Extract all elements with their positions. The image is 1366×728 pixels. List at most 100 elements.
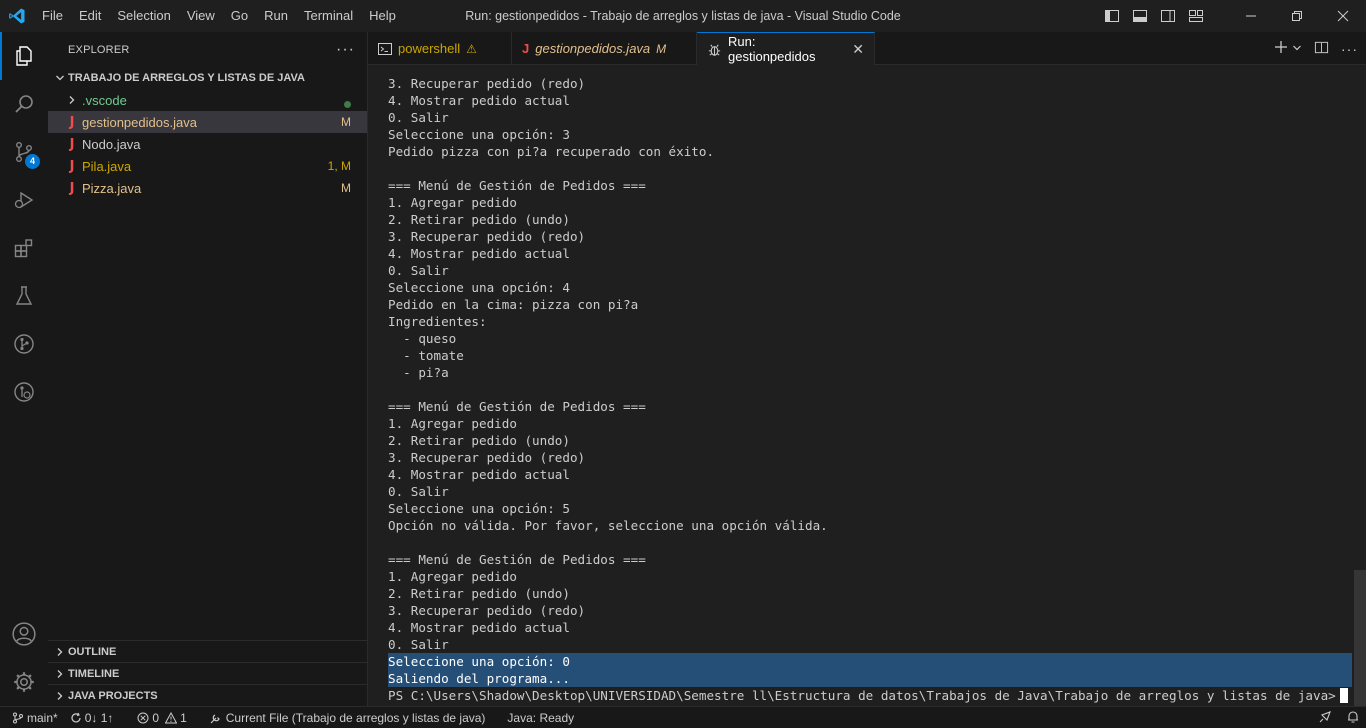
tab-label: gestionpedidos.java [535,41,651,56]
git-history-icon[interactable] [0,368,48,416]
terminal-line-text: - pi?a [388,365,449,380]
modified-badge: M [656,41,667,56]
toggle-primary-sidebar-icon[interactable] [1098,0,1126,32]
terminal-line: 3. Recuperar pedido (redo) [388,449,1352,466]
more-actions-icon[interactable]: ··· [336,41,355,59]
tools-icon [210,713,220,723]
chevron-right-icon [52,669,68,679]
explorer-icon[interactable] [0,32,48,80]
accounts-icon[interactable] [0,610,48,658]
menu-item-edit[interactable]: Edit [71,0,109,32]
terminal-line-text: 1. Agregar pedido [388,416,517,431]
terminal-line: - queso [388,330,1352,347]
java-status-label: Java: Ready [507,710,575,725]
tab-powershell[interactable]: powershell ⚠ [368,32,512,65]
terminal-line: Seleccione una opción: 5 [388,500,1352,517]
workspace-folder-header[interactable]: TRABAJO DE ARREGLOS Y LISTAS DE JAVA [48,67,367,89]
terminal-scrollbar[interactable] [1354,570,1366,706]
tab-gestionpedidos-java[interactable]: J gestionpedidos.java M [512,32,697,65]
tree-item-label: gestionpedidos.java [82,114,197,130]
terminal-line-text: === Menú de Gestión de Pedidos === [388,552,646,567]
terminal-line-text: === Menú de Gestión de Pedidos === [388,399,646,414]
tree-item-vscode[interactable]: .vscode [48,89,367,111]
tree-item-label: Nodo.java [82,136,141,152]
branch-icon [13,712,23,723]
testing-icon[interactable] [0,272,48,320]
tree-item-pizza[interactable]: J Pizza.java M [48,177,367,199]
section-label: OUTLINE [68,645,117,658]
more-actions-icon[interactable]: ··· [1341,41,1358,57]
tree-item-gestionpedidos[interactable]: J gestionpedidos.java M [48,111,367,133]
source-control-icon[interactable]: 4 [0,128,48,176]
terminal-line: 0. Salir [388,262,1352,279]
problems-status[interactable]: 0 1 [131,707,192,728]
terminal-line-text: PS C:\Users\Shadow\Desktop\UNIVERSIDAD\S… [388,688,1336,703]
tree-item-nodo[interactable]: J Nodo.java [48,133,367,155]
terminal-line: 3. Recuperar pedido (redo) [388,602,1352,619]
tab-run-gestionpedidos[interactable]: Run: gestionpedidos ✕ [697,32,875,65]
chevron-down-icon[interactable] [1292,41,1302,56]
toggle-secondary-sidebar-icon[interactable] [1154,0,1182,32]
java-file-icon: J [69,136,75,152]
status-bar: main* 0↓ 1↑ 0 1 Current File (Trabajo de… [0,706,1366,728]
java-file-icon: J [69,180,75,196]
menu-item-view[interactable]: View [179,0,223,32]
minimize-icon[interactable] [1228,0,1274,32]
terminal-line: 4. Mostrar pedido actual [388,466,1352,483]
terminal-line-text: 0. Salir [388,263,449,278]
terminal-line-text: 2. Retirar pedido (undo) [388,433,570,448]
menu-item-go[interactable]: Go [223,0,256,32]
terminal-line: - tomate [388,347,1352,364]
outline-section[interactable]: OUTLINE [48,640,367,662]
git-graph-icon[interactable] [0,320,48,368]
extensions-icon[interactable] [0,224,48,272]
customize-layout-icon[interactable] [1182,0,1210,32]
terminal-line: Opción no válida. Por favor, seleccione … [388,517,1352,534]
terminal-line-text: Pedido en la cima: pizza con pi?a [388,297,639,312]
editor-tab-bar: powershell ⚠ J gestionpedidos.java M Run… [368,32,1366,65]
run-and-debug-icon[interactable] [0,176,48,224]
current-file-status[interactable]: Current File (Trabajo de arreglos y list… [203,707,492,728]
workspace-folder-title: TRABAJO DE ARREGLOS Y LISTAS DE JAVA [68,72,305,84]
terminal-line-text: 1. Agregar pedido [388,569,517,584]
java-file-icon: J [522,41,530,56]
terminal-line-text: Pedido pizza con pi?a recuperado con éxi… [388,144,715,159]
terminal-line: === Menú de Gestión de Pedidos === [388,398,1352,415]
feedback-icon[interactable] [1318,710,1332,727]
timeline-section[interactable]: TIMELINE [48,662,367,684]
tree-item-pila[interactable]: J Pila.java 1, M [48,155,367,177]
current-file-label: Current File (Trabajo de arreglos y list… [225,710,486,725]
terminal-line: 3. Recuperar pedido (redo) [388,228,1352,245]
terminal-line: Saliendo del programa... [388,670,1352,687]
sync-status[interactable]: 0↓ 1↑ [64,707,120,728]
terminal-cursor [1339,688,1348,703]
search-icon[interactable] [0,80,48,128]
menu-item-terminal[interactable]: Terminal [296,0,361,32]
terminal-line: 3. Recuperar pedido (redo) [388,75,1352,92]
terminal-output[interactable]: 3. Recuperar pedido (redo) 4. Mostrar ped… [368,65,1366,706]
java-status[interactable]: Java: Ready [501,707,580,728]
branch-status[interactable]: main* [0,707,64,728]
menu-item-help[interactable]: Help [361,0,404,32]
new-terminal-icon[interactable] [1274,40,1288,57]
manage-gear-icon[interactable] [0,658,48,706]
vscode-logo-icon [0,0,34,32]
close-window-icon[interactable] [1320,0,1366,32]
restore-icon[interactable] [1274,0,1320,32]
terminal-line: 0. Salir [388,109,1352,126]
java-projects-section[interactable]: JAVA PROJECTS [48,684,367,706]
menu-item-run[interactable]: Run [256,0,296,32]
tree-item-label: .vscode [82,92,127,108]
close-tab-icon[interactable]: ✕ [852,41,864,58]
tab-label: powershell [398,41,461,56]
tree-item-label: Pila.java [82,158,132,174]
explorer-sidebar: EXPLORER ··· TRABAJO DE ARREGLOS Y LISTA… [48,32,368,706]
terminal-line: - pi?a [388,364,1352,381]
notifications-bell-icon[interactable] [1346,710,1360,727]
split-editor-icon[interactable] [1314,40,1329,58]
menu-item-selection[interactable]: Selection [109,0,178,32]
menu-item-file[interactable]: File [34,0,71,32]
modified-dot-icon [344,97,351,111]
toggle-panel-icon[interactable] [1126,0,1154,32]
